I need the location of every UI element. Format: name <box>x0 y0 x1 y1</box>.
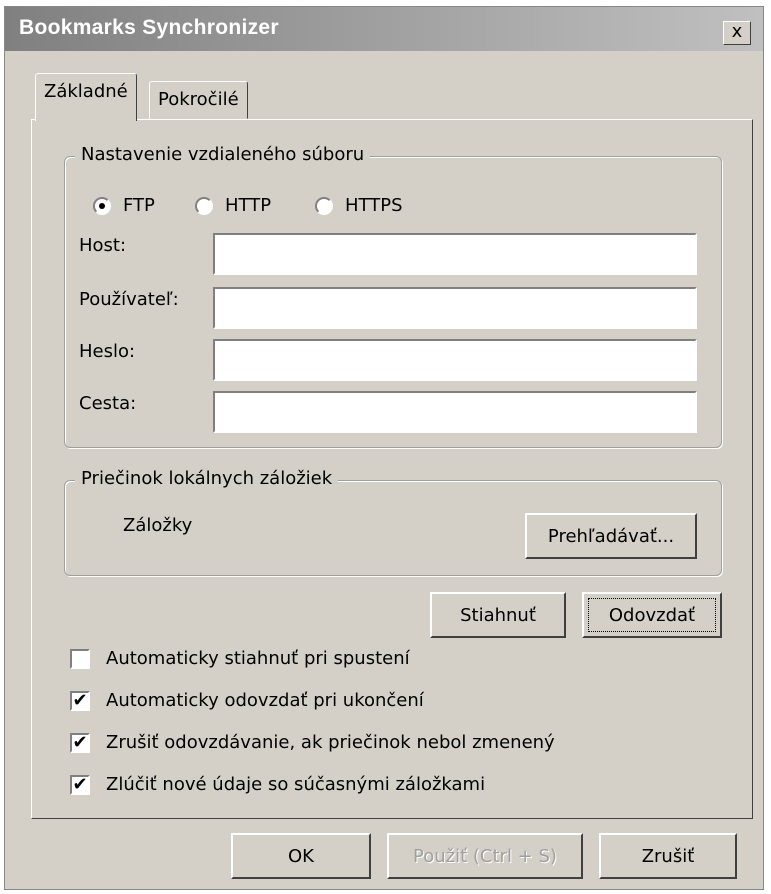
tab-pokrocile-label: Pokročilé <box>158 89 239 110</box>
upload-button-label: Odovzdať <box>588 598 716 632</box>
option-skip-unchanged-label: Zrušiť odovzdávanie, ak priečinok nebol … <box>106 732 555 753</box>
tab-zakladne-label: Základné <box>44 81 128 102</box>
radio-http-indicator <box>195 196 213 215</box>
option-auto-download-label: Automaticky stiahnuť pri spustení <box>106 648 410 669</box>
cancel-button-label: Zrušiť <box>641 845 695 867</box>
browse-button[interactable]: Prehľadávať... <box>525 513 697 559</box>
radio-https-indicator <box>315 196 333 215</box>
close-button[interactable]: x <box>723 21 751 45</box>
option-merge-bookmarks[interactable]: ✔ Zlúčiť nové údaje so súčasnými záložka… <box>70 774 485 795</box>
local-folder-legend: Priečinok lokálnych záložiek <box>75 468 339 489</box>
option-skip-unchanged[interactable]: ✔ Zrušiť odovzdávanie, ak priečinok nebo… <box>70 732 555 753</box>
tab-zakladne[interactable]: Základné <box>35 73 137 121</box>
radio-selected-dot <box>99 202 105 209</box>
cancel-button[interactable]: Zrušiť <box>599 833 737 879</box>
remote-settings-group: Nastavenie vzdialeného súboru FTP HTTP H… <box>64 144 722 448</box>
local-folder-name: Záložky <box>123 515 193 536</box>
option-auto-upload[interactable]: ✔ Automaticky odovzdať pri ukončení <box>70 690 424 711</box>
check-mark-icon: ✔ <box>72 689 88 711</box>
radio-ftp-label: FTP <box>123 195 155 216</box>
download-button-label: Stiahnuť <box>460 604 536 626</box>
user-label: Používateľ: <box>79 289 179 310</box>
path-input[interactable] <box>213 391 697 433</box>
checkbox-auto-download[interactable] <box>70 648 90 669</box>
ok-button-label: OK <box>288 845 314 867</box>
radio-https-label: HTTPS <box>345 195 403 216</box>
path-label: Cesta: <box>79 393 137 414</box>
close-icon: x <box>731 21 743 42</box>
checkbox-auto-upload[interactable]: ✔ <box>70 689 90 711</box>
dialog-window: Bookmarks Synchronizer x Základné Pokroč… <box>4 6 764 890</box>
check-mark-icon: ✔ <box>72 773 88 795</box>
radio-ftp-indicator <box>93 196 111 215</box>
window-title: Bookmarks Synchronizer <box>19 16 279 39</box>
option-merge-bookmarks-label: Zlúčiť nové údaje so súčasnými záložkami <box>106 774 486 795</box>
host-label: Host: <box>79 235 127 256</box>
upload-button[interactable]: Odovzdať <box>582 592 722 638</box>
apply-button[interactable]: Použiť (Ctrl + S) <box>387 833 583 879</box>
download-button[interactable]: Stiahnuť <box>430 592 566 638</box>
remote-settings-legend: Nastavenie vzdialeného súboru <box>75 144 371 165</box>
checkbox-skip-unchanged[interactable]: ✔ <box>70 731 90 753</box>
radio-ftp[interactable]: FTP <box>93 195 155 216</box>
host-input[interactable] <box>213 233 697 275</box>
option-auto-upload-label: Automaticky odovzdať pri ukončení <box>106 690 424 711</box>
tab-panel: Nastavenie vzdialeného súboru FTP HTTP H… <box>31 119 753 819</box>
apply-button-label: Použiť (Ctrl + S) <box>413 845 557 867</box>
user-input[interactable] <box>213 287 697 329</box>
local-folder-group: Priečinok lokálnych záložiek Záložky Pre… <box>64 468 722 576</box>
ok-button[interactable]: OK <box>231 833 371 879</box>
password-input[interactable] <box>213 339 697 381</box>
checkbox-merge-bookmarks[interactable]: ✔ <box>70 773 90 795</box>
tab-pokrocile[interactable]: Pokročilé <box>149 81 248 119</box>
radio-http[interactable]: HTTP <box>195 195 271 216</box>
radio-https[interactable]: HTTPS <box>315 195 403 216</box>
option-auto-download[interactable]: Automaticky stiahnuť pri spustení <box>70 648 410 669</box>
title-bar[interactable]: Bookmarks Synchronizer x <box>5 7 763 51</box>
radio-http-label: HTTP <box>225 195 272 216</box>
check-mark-icon: ✔ <box>72 731 88 753</box>
browse-button-label: Prehľadávať... <box>547 525 675 547</box>
password-label: Heslo: <box>79 341 136 362</box>
